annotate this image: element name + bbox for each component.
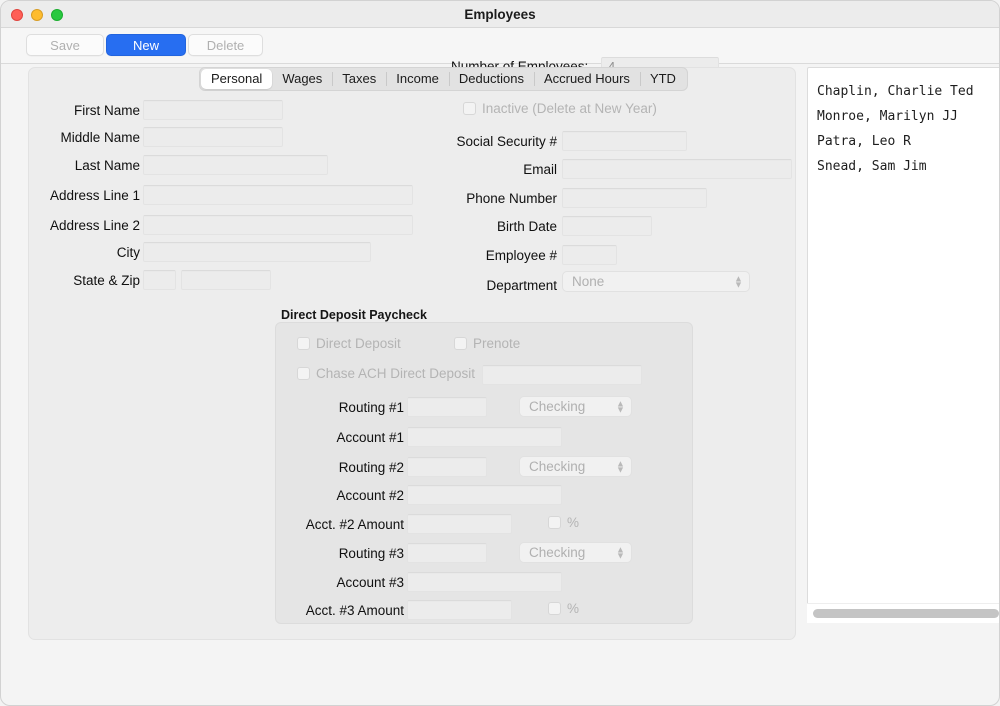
inactive-checkbox[interactable] xyxy=(463,102,476,115)
acct-2-percent-checkbox[interactable] xyxy=(548,516,561,529)
routing-1-input[interactable] xyxy=(407,397,487,417)
tab-ytd[interactable]: YTD xyxy=(639,69,686,89)
tab-income[interactable]: Income xyxy=(386,69,449,89)
acct-3-amount-input[interactable] xyxy=(407,600,512,620)
toolbar: Save New Delete Number of Employees: 4 xyxy=(1,28,999,77)
tab-taxes[interactable]: Taxes xyxy=(332,69,386,89)
list-item[interactable]: Snead, Sam Jim xyxy=(808,154,999,179)
routing-3-account-type-value: Checking xyxy=(529,545,586,560)
acct-3-percent-checkbox[interactable] xyxy=(548,602,561,615)
routing-3-account-type-select[interactable]: Checking ▲ ▼ xyxy=(519,542,632,563)
tab-wages[interactable]: Wages xyxy=(272,69,332,89)
email-input[interactable] xyxy=(562,159,792,179)
address-line-1-input[interactable] xyxy=(143,185,413,205)
tab-deductions[interactable]: Deductions xyxy=(448,69,534,89)
employee-number-input[interactable] xyxy=(562,245,617,265)
list-item[interactable]: Patra, Leo R xyxy=(808,129,999,154)
prenote-checkbox-label: Prenote xyxy=(473,336,521,351)
address-line-2-input[interactable] xyxy=(143,215,413,235)
chevron-updown-icon: ▲ ▼ xyxy=(616,458,625,474)
city-label: City xyxy=(116,245,140,260)
direct-deposit-group: Direct Deposit Prenote Chase ACH Direct … xyxy=(275,322,693,624)
tab-personal[interactable]: Personal xyxy=(201,69,273,89)
first-name-input[interactable] xyxy=(143,100,283,120)
new-button[interactable]: New xyxy=(106,34,186,56)
employees-window: Employees Save New Delete Number of Empl… xyxy=(0,0,1000,706)
chase-ach-checkbox[interactable] xyxy=(297,367,310,380)
direct-deposit-group-title: Direct Deposit Paycheck xyxy=(281,308,427,322)
routing-2-label: Routing #2 xyxy=(338,460,404,475)
social-security-label: Social Security # xyxy=(456,134,557,149)
acct-3-percent-label: % xyxy=(567,601,580,616)
direct-deposit-checkbox[interactable] xyxy=(297,337,310,350)
account-1-input[interactable] xyxy=(407,427,562,447)
acct-2-amount-input[interactable] xyxy=(407,514,512,534)
employee-list[interactable]: Chaplin, Charlie Ted Monroe, Marilyn JJ … xyxy=(807,67,999,623)
first-name-label: First Name xyxy=(73,103,140,118)
account-3-input[interactable] xyxy=(407,572,562,592)
routing-2-account-type-select[interactable]: Checking ▲ ▼ xyxy=(519,456,632,477)
acct-2-percent-label: % xyxy=(567,515,580,530)
inactive-checkbox-label: Inactive (Delete at New Year) xyxy=(482,101,657,116)
window-title: Employees xyxy=(464,7,536,22)
phone-number-input[interactable] xyxy=(562,188,707,208)
state-zip-label: State & Zip xyxy=(73,273,140,288)
birth-date-input[interactable] xyxy=(562,216,652,236)
delete-button[interactable]: Delete xyxy=(188,34,263,56)
phone-number-label: Phone Number xyxy=(466,191,557,206)
list-item[interactable]: Monroe, Marilyn JJ xyxy=(808,104,999,129)
chevron-updown-icon: ▲ ▼ xyxy=(734,273,743,289)
account-2-input[interactable] xyxy=(407,485,562,505)
middle-name-label: Middle Name xyxy=(60,130,140,145)
direct-deposit-checkbox-label: Direct Deposit xyxy=(316,336,401,351)
scrollbar-thumb[interactable] xyxy=(813,609,999,618)
acct-3-amount-label: Acct. #3 Amount xyxy=(305,603,404,618)
last-name-label: Last Name xyxy=(74,158,140,173)
save-button[interactable]: Save xyxy=(26,34,104,56)
routing-2-input[interactable] xyxy=(407,457,487,477)
department-label: Department xyxy=(486,278,557,293)
address-line-1-label: Address Line 1 xyxy=(49,188,140,203)
title-bar: Employees xyxy=(1,1,999,28)
routing-3-label: Routing #3 xyxy=(338,546,404,561)
account-1-label: Account #1 xyxy=(336,430,404,445)
middle-name-input[interactable] xyxy=(143,127,283,147)
routing-1-account-type-value: Checking xyxy=(529,399,586,414)
routing-3-input[interactable] xyxy=(407,543,487,563)
birth-date-label: Birth Date xyxy=(496,219,557,234)
zip-input[interactable] xyxy=(181,270,271,290)
chevron-updown-icon: ▲ ▼ xyxy=(616,398,625,414)
routing-2-account-type-value: Checking xyxy=(529,459,586,474)
tab-accrued-hours[interactable]: Accrued Hours xyxy=(533,69,640,89)
state-input[interactable] xyxy=(143,270,176,290)
prenote-checkbox[interactable] xyxy=(454,337,467,350)
routing-1-account-type-select[interactable]: Checking ▲ ▼ xyxy=(519,396,632,417)
list-item[interactable]: Chaplin, Charlie Ted xyxy=(808,79,999,104)
email-label: Email xyxy=(523,162,557,177)
department-select[interactable]: None ▲ ▼ xyxy=(562,271,750,292)
account-2-label: Account #2 xyxy=(336,488,404,503)
department-select-value: None xyxy=(572,274,605,289)
routing-1-label: Routing #1 xyxy=(338,400,404,415)
chase-ach-checkbox-label: Chase ACH Direct Deposit xyxy=(316,366,476,381)
acct-2-amount-label: Acct. #2 Amount xyxy=(305,517,404,532)
chevron-updown-icon: ▲ ▼ xyxy=(616,544,625,560)
employee-list-horizontal-scrollbar[interactable] xyxy=(807,603,999,623)
account-3-label: Account #3 xyxy=(336,575,404,590)
city-input[interactable] xyxy=(143,242,371,262)
social-security-input[interactable] xyxy=(562,131,687,151)
employee-number-label: Employee # xyxy=(485,248,557,263)
chase-ach-input[interactable] xyxy=(482,365,642,385)
address-line-2-label: Address Line 2 xyxy=(49,218,140,233)
tab-bar: Personal Wages Taxes Income Deductions A… xyxy=(199,67,688,91)
last-name-input[interactable] xyxy=(143,155,328,175)
